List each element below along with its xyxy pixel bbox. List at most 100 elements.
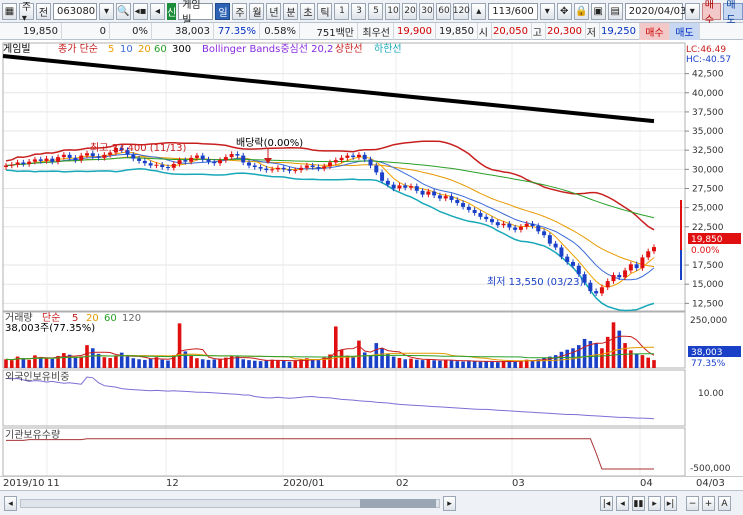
date-field[interactable]: 2020/04/03 <box>624 2 686 20</box>
interval-5[interactable]: 5 <box>368 2 384 20</box>
high-label: 고 <box>532 22 546 40</box>
volume-bar <box>495 362 500 368</box>
period-day[interactable]: 일 <box>215 2 231 20</box>
volume-bar <box>27 359 31 368</box>
date-axis-label: 02 <box>396 478 409 489</box>
candle-body <box>142 160 147 164</box>
interval-spin-icon[interactable]: ▴ <box>471 2 487 20</box>
sell-button[interactable]: 매도 <box>723 0 743 26</box>
volume-bar <box>114 355 118 368</box>
volume-bar <box>414 359 419 368</box>
candle-body <box>524 223 529 227</box>
count-spin-icon[interactable]: ▾ <box>539 2 555 20</box>
volume-bar <box>276 360 280 368</box>
annotation-dividend: 배당락(0.00%) <box>236 137 303 149</box>
lock-icon[interactable]: 🔒 <box>573 2 589 20</box>
candle-body <box>79 155 84 161</box>
date-dropdown-icon[interactable]: ▾ <box>684 2 700 20</box>
speaker-icon[interactable]: ◂▪ <box>133 2 148 20</box>
search-icon[interactable]: 🔍 <box>116 2 131 20</box>
period-week[interactable]: 주 <box>232 2 248 20</box>
date-axis-current: 04/03 <box>696 478 725 489</box>
all-button[interactable]: 전 <box>36 2 51 20</box>
zoom-next-icon[interactable]: ▸ <box>648 496 661 511</box>
candle-body <box>131 154 136 159</box>
scroll-right-icon[interactable]: ▸ <box>443 496 456 511</box>
quote-change-pct: 0% <box>110 22 152 40</box>
buy-button[interactable]: 매수 <box>701 0 722 26</box>
low-price: 19,250 <box>600 22 640 40</box>
volume-bar <box>252 360 257 368</box>
candle-body <box>73 157 78 161</box>
period-year[interactable]: 년 <box>266 2 282 20</box>
volume-bar <box>73 357 78 368</box>
candle-body <box>15 162 20 165</box>
volume-bar <box>38 357 43 368</box>
volume-bar <box>629 350 633 368</box>
interval-1[interactable]: 1 <box>334 2 350 20</box>
chart-scrollbar[interactable]: ◂ ▸ |◂ ◂ ▮▮ ▸ ▸| − + A <box>0 490 743 515</box>
data-count-field[interactable]: 113/600 <box>488 2 538 20</box>
legend-bb: Bollinger Bands중심선 20,2 <box>202 43 333 55</box>
quote-sell-button[interactable]: 매도 <box>670 22 700 40</box>
period-second[interactable]: 초 <box>300 2 316 20</box>
period-minute[interactable]: 분 <box>283 2 299 20</box>
interval-60[interactable]: 60 <box>436 2 452 20</box>
candle-body <box>594 291 599 294</box>
interval-10[interactable]: 10 <box>385 2 401 20</box>
candle-body <box>605 281 610 288</box>
candle-body <box>374 165 379 173</box>
crosshair-icon[interactable]: ✥ <box>556 2 572 20</box>
volume-bar <box>316 360 321 368</box>
candle-body <box>432 191 437 196</box>
save-icon[interactable]: ▣ <box>590 2 606 20</box>
volume-legend-sub: 38,003주(77.35%) <box>5 323 95 334</box>
candle-body <box>385 180 390 185</box>
volume-bar <box>362 352 367 368</box>
calendar-icon[interactable]: ▤ <box>607 2 623 20</box>
scroll-left-icon[interactable]: ◂ <box>4 496 17 511</box>
interval-20[interactable]: 20 <box>402 2 418 20</box>
volume-bar <box>403 359 408 368</box>
quote-turnover: 0.58% <box>260 22 300 40</box>
period-month[interactable]: 월 <box>249 2 265 20</box>
candle-body <box>299 167 304 171</box>
stock-name-field[interactable]: 게임빌 <box>178 0 214 26</box>
candle-body <box>137 158 142 161</box>
interval-3[interactable]: 3 <box>351 2 367 20</box>
zoom-in-icon[interactable]: + <box>702 496 715 511</box>
candle-body <box>154 164 159 166</box>
interval-30[interactable]: 30 <box>419 2 435 20</box>
price-axis-label: 15,000 <box>692 280 724 290</box>
candle-body <box>362 154 367 160</box>
zoom-pause-icon[interactable]: ▮▮ <box>632 496 645 511</box>
candle-body <box>553 243 558 248</box>
candle-body <box>599 287 604 294</box>
zoom-out-icon[interactable]: − <box>686 496 699 511</box>
menu-icon[interactable]: ▦ <box>2 2 17 20</box>
candle-body <box>50 158 55 162</box>
period-tick[interactable]: 틱 <box>317 2 333 20</box>
candle-body <box>247 162 251 166</box>
candle-body <box>623 270 628 278</box>
legend-ma300: 300 <box>172 44 191 55</box>
volume-legend-ma120: 120 <box>122 313 141 324</box>
font-size-icon[interactable]: A <box>718 496 731 511</box>
candle-body <box>56 157 61 162</box>
zoom-last-icon[interactable]: ▸| <box>664 496 677 511</box>
stock-code-input[interactable]: 063080 <box>53 2 97 20</box>
zoom-first-icon[interactable]: |◂ <box>600 496 613 511</box>
market-select[interactable]: 주▾ <box>19 2 34 24</box>
volume-bar <box>195 358 199 368</box>
scroll-thumb[interactable] <box>360 499 436 508</box>
stock-chart[interactable]: 42,500 40,000 37,500 35,000 32,500 30,000 27,5… <box>0 40 743 502</box>
zoom-prev-icon[interactable]: ◂ <box>616 496 629 511</box>
volume-bar <box>293 360 298 368</box>
candle-body <box>275 167 280 170</box>
interval-120[interactable]: 120 <box>453 2 470 20</box>
quote-buy-button[interactable]: 매수 <box>640 22 670 40</box>
prev-stock-icon[interactable]: ◂ <box>150 2 165 20</box>
date-axis-label: 04 <box>640 478 653 489</box>
code-dropdown-icon[interactable]: ▾ <box>99 2 114 20</box>
candle-body <box>194 155 199 158</box>
